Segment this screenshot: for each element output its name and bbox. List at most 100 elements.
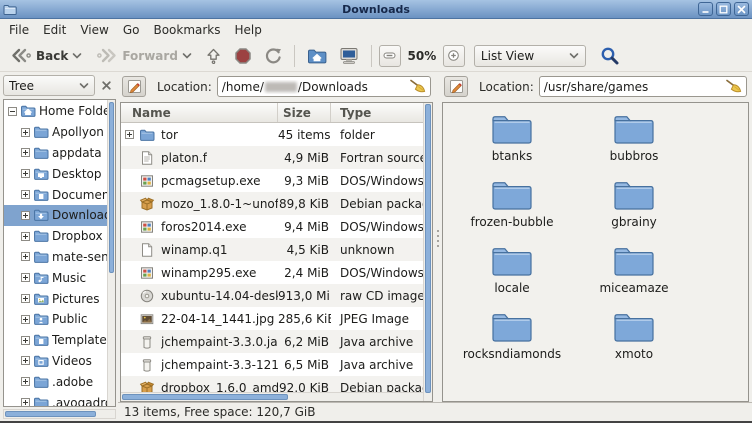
folder-item-label: frozen-bubble xyxy=(470,215,553,229)
menu-bookmarks[interactable]: Bookmarks xyxy=(146,20,227,40)
location-input-left[interactable]: /home//Downloads xyxy=(217,76,431,97)
folder-item-frozen-bubble[interactable]: frozen-bubble xyxy=(451,175,573,241)
sidebar-item-public[interactable]: Public xyxy=(4,309,107,330)
sidebar-item-music[interactable]: Music xyxy=(4,267,107,288)
tree-expander[interactable] xyxy=(21,252,30,261)
tree-expander[interactable] xyxy=(21,356,30,365)
folder-item-gbrainy[interactable]: gbrainy xyxy=(573,175,695,241)
zoom-in-button[interactable] xyxy=(443,45,465,67)
home-button[interactable] xyxy=(302,44,332,67)
stop-button[interactable] xyxy=(229,44,257,68)
file-row[interactable]: pcmagsetup.exe9,3 MiBDOS/Windows ex xyxy=(121,169,423,192)
sidebar-mode-select[interactable]: Tree xyxy=(3,75,95,96)
tree-item-label: .adobe xyxy=(52,375,93,389)
file-name: winamp.q1 xyxy=(161,243,227,257)
sidebar-close-button[interactable] xyxy=(97,76,116,95)
sidebar-item-home-folder[interactable]: Home Folder xyxy=(4,101,107,122)
tree-expander[interactable] xyxy=(21,128,30,137)
folder-item-locale[interactable]: locale xyxy=(451,241,573,307)
clear-location-icon[interactable] xyxy=(409,79,426,95)
folder-icon xyxy=(33,395,49,406)
up-button[interactable] xyxy=(200,44,227,68)
sidebar-item--adobe[interactable]: .adobe xyxy=(4,371,107,392)
sidebar-item-desktop[interactable]: Desktop xyxy=(4,163,107,184)
scrollbar-thumb[interactable] xyxy=(109,102,114,273)
edit-location-button[interactable] xyxy=(122,76,146,97)
folder-item-btanks[interactable]: btanks xyxy=(451,109,573,175)
scrollbar-thumb[interactable] xyxy=(122,394,288,400)
file-row[interactable]: dropbox_1.6.0_amd6...92,0 KiBDebian pack… xyxy=(121,376,423,392)
menu-file[interactable]: File xyxy=(2,20,36,40)
tree-expander[interactable] xyxy=(21,294,30,303)
computer-button[interactable] xyxy=(334,44,364,68)
column-header-size[interactable]: Size xyxy=(278,103,331,122)
folder-item-miceamaze[interactable]: miceamaze xyxy=(573,241,695,307)
edit-location-button[interactable] xyxy=(444,76,468,97)
file-row[interactable]: winamp295.exe2,4 MiBDOS/Windows ex xyxy=(121,261,423,284)
back-button[interactable]: Back xyxy=(4,44,88,67)
list-horizontal-scrollbar[interactable] xyxy=(121,392,423,401)
column-header-name[interactable]: Name xyxy=(121,103,278,122)
menu-help[interactable]: Help xyxy=(228,20,269,40)
sidebar-item-mate-sensors-[interactable]: mate-sensors- xyxy=(4,247,107,268)
folder-item-rocksndiamonds[interactable]: rocksndiamonds xyxy=(451,307,573,373)
sidebar-item-appdata[interactable]: appdata xyxy=(4,143,107,164)
scrollbar-thumb[interactable] xyxy=(425,104,431,393)
sidebar-item-dropbox[interactable]: Dropbox xyxy=(4,226,107,247)
tree-expander[interactable] xyxy=(21,232,30,241)
tree-expander[interactable] xyxy=(21,336,30,345)
tree-expander[interactable] xyxy=(21,273,30,282)
file-type: Java archive xyxy=(331,335,423,349)
list-vertical-scrollbar[interactable] xyxy=(423,103,432,401)
sidebar-item-downloads[interactable]: Downloads xyxy=(4,205,107,226)
folder-item-xmoto[interactable]: xmoto xyxy=(573,307,695,373)
file-row[interactable]: jchempaint-3.3.0.jar6,2 MiBJava archive xyxy=(121,330,423,353)
tree-expander[interactable] xyxy=(21,148,30,157)
clear-location-icon[interactable] xyxy=(725,79,742,95)
file-row[interactable]: 22-04-14_1441.jpg285,6 KiBJPEG Image xyxy=(121,307,423,330)
tree-expander[interactable] xyxy=(21,398,30,406)
sidebar-item-pictures[interactable]: Pictures xyxy=(4,288,107,309)
tree-expander[interactable] xyxy=(8,107,17,116)
maximize-button[interactable] xyxy=(716,2,731,16)
sidebar-item-apollyon[interactable]: Apollyon xyxy=(4,122,107,143)
sidebar-item-documents[interactable]: Documents xyxy=(4,184,107,205)
forward-button[interactable]: Forward xyxy=(90,44,198,67)
close-button[interactable] xyxy=(734,2,749,16)
sidebar-horizontal-scrollbar[interactable] xyxy=(3,409,116,419)
menu-go[interactable]: Go xyxy=(116,20,147,40)
menu-view[interactable]: View xyxy=(73,20,115,40)
sidebar-vertical-scrollbar[interactable] xyxy=(107,100,115,406)
tree-expander[interactable] xyxy=(21,377,30,386)
file-row[interactable]: xubuntu-14.04-deskt...913,0 MiBraw CD im… xyxy=(121,284,423,307)
file-row[interactable]: jchempaint-3.3-1210...6,5 MiBJava archiv… xyxy=(121,353,423,376)
view-selector[interactable]: List View xyxy=(474,45,586,67)
tree-expander[interactable] xyxy=(21,169,30,178)
location-input-right[interactable]: /usr/share/games xyxy=(539,76,747,97)
column-header-type[interactable]: Type xyxy=(331,103,423,122)
folder-item-bubbros[interactable]: bubbros xyxy=(573,109,695,175)
scrollbar-thumb[interactable] xyxy=(5,411,96,417)
file-row[interactable]: winamp.q14,5 KiBunknown xyxy=(121,238,423,261)
window-controls xyxy=(698,2,749,16)
tree-expander[interactable] xyxy=(21,315,30,324)
file-row[interactable]: tor45 itemsfolder xyxy=(121,123,423,146)
sidebar-item--avogadro[interactable]: .avogadro xyxy=(4,392,107,406)
titlebar[interactable]: Downloads xyxy=(0,0,752,19)
reload-button[interactable] xyxy=(259,44,287,68)
menu-edit[interactable]: Edit xyxy=(36,20,73,40)
tree-item-label: Documents xyxy=(52,188,107,202)
tree-expander[interactable] xyxy=(21,190,30,199)
search-button[interactable] xyxy=(595,43,625,69)
tree-expander[interactable] xyxy=(21,211,30,220)
zoom-out-button[interactable] xyxy=(379,45,401,67)
pane-splitter[interactable] xyxy=(433,74,442,402)
file-row[interactable]: mozo_1.8.0-1~unoffi...89,8 KiBDebian pac… xyxy=(121,192,423,215)
file-row[interactable]: platon.f4,9 MiBFortran source co xyxy=(121,146,423,169)
tree-expander[interactable] xyxy=(125,130,136,139)
minimize-button[interactable] xyxy=(698,2,713,16)
statusbar: 13 items, Free space: 120,7 GiB xyxy=(118,402,752,421)
sidebar-item-videos[interactable]: Videos xyxy=(4,351,107,372)
file-row[interactable]: foros2014.exe9,4 MiBDOS/Windows ex xyxy=(121,215,423,238)
sidebar-item-templates[interactable]: Templates xyxy=(4,330,107,351)
